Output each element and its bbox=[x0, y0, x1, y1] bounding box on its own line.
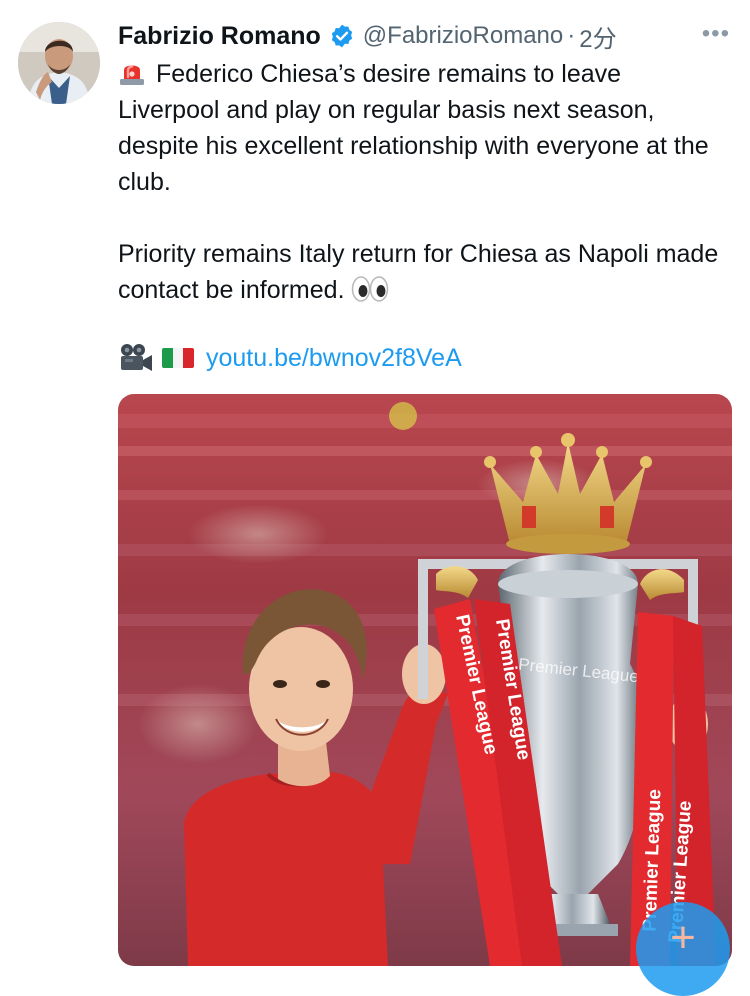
tweet-paragraph-1: Federico Chiesa’s desire remains to leav… bbox=[118, 56, 728, 200]
author-handle[interactable]: @FabrizioRomano bbox=[363, 22, 563, 50]
youtube-link[interactable]: youtu.be/bwnov2f8VeA bbox=[206, 344, 462, 373]
tweet-media-image[interactable]: Premier League Premier League Premier Le… bbox=[118, 394, 732, 966]
tweet[interactable]: Fabrizio Romano @FabrizioRomano · 2分 •••… bbox=[0, 0, 750, 996]
tweet-paragraph-1-text: Federico Chiesa’s desire remains to leav… bbox=[118, 60, 709, 196]
italy-flag-emoji bbox=[162, 348, 194, 368]
avatar[interactable] bbox=[18, 22, 100, 104]
tweet-header: Fabrizio Romano @FabrizioRomano · 2分 ••• bbox=[118, 18, 730, 54]
header-separator: · bbox=[567, 22, 576, 49]
siren-emoji bbox=[120, 65, 144, 85]
compose-plus-icon: + bbox=[670, 913, 696, 962]
eyes-emoji bbox=[351, 276, 388, 302]
compose-button[interactable]: + bbox=[636, 902, 730, 996]
movie-camera-emoji bbox=[121, 344, 152, 371]
tweet-text: Federico Chiesa’s desire remains to leav… bbox=[118, 56, 728, 308]
link-row: youtu.be/bwnov2f8VeA bbox=[118, 338, 462, 378]
tweet-paragraph-2: Priority remains Italy return for Chiesa… bbox=[118, 236, 728, 308]
tweet-paragraph-2-text: Priority remains Italy return for Chiesa… bbox=[118, 240, 719, 304]
more-icon[interactable]: ••• bbox=[702, 22, 730, 46]
tweet-time[interactable]: 2分 bbox=[579, 19, 616, 54]
verified-badge-icon bbox=[331, 24, 352, 48]
author-name[interactable]: Fabrizio Romano bbox=[118, 22, 321, 51]
